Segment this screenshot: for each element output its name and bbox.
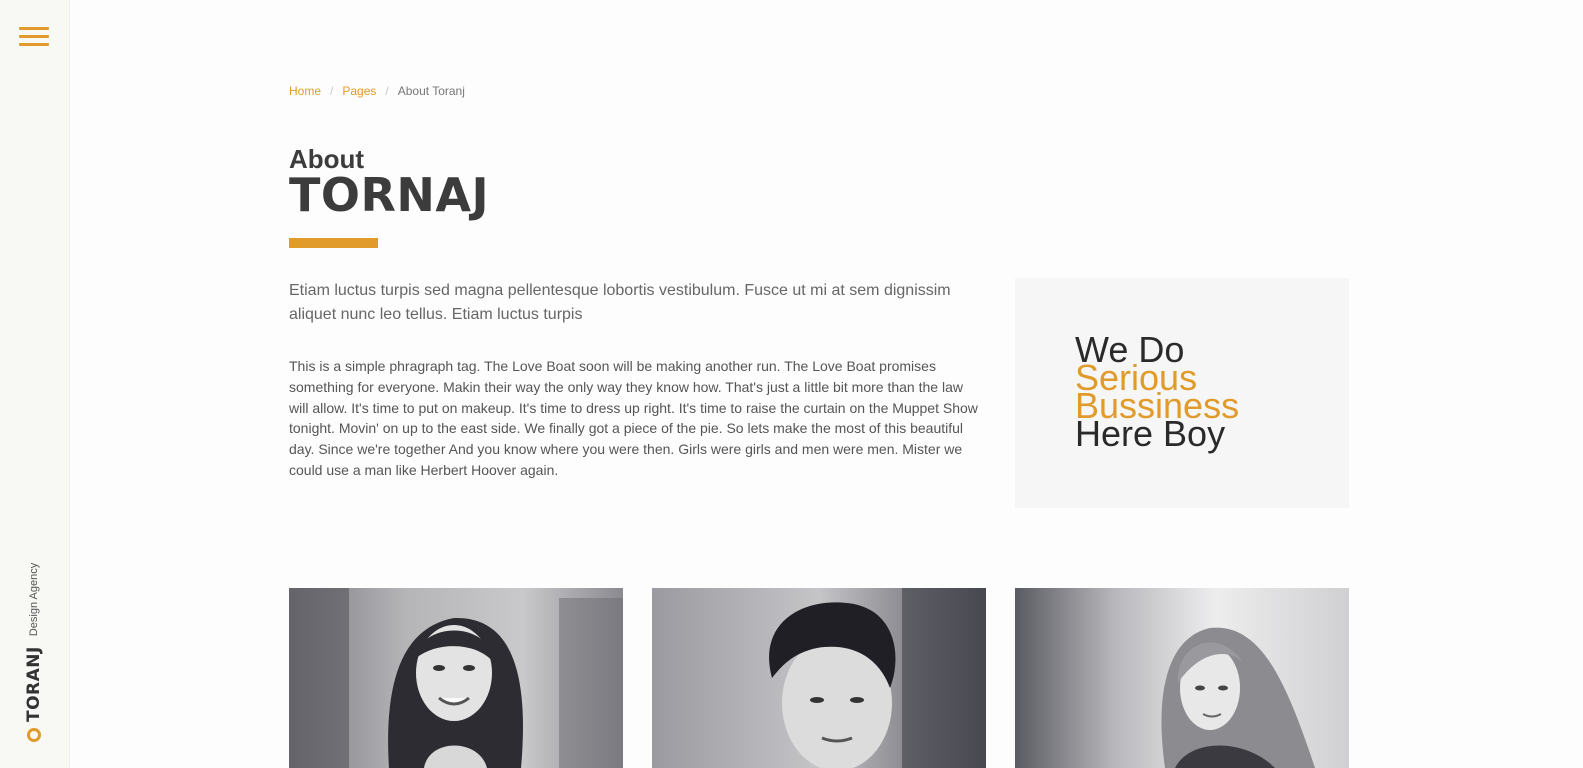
team-photo-woman-2-image: [1015, 588, 1349, 768]
brand-name: TORANJ: [24, 646, 44, 722]
quote-box: We Do Serious Bussiness Here Boy: [1015, 278, 1349, 508]
hamburger-bar: [19, 27, 49, 30]
lead-paragraph: Etiam luctus turpis sed magna pellentesq…: [289, 282, 951, 323]
breadcrumb-home[interactable]: Home: [289, 84, 321, 98]
page-title: TORNAJ: [289, 168, 490, 222]
body-paragraph: This is a simple phragraph tag. The Love…: [289, 358, 978, 478]
title-underline: [289, 238, 378, 248]
brand-rotated: TORANJ Design Agency: [22, 562, 46, 742]
breadcrumb-current: About Toranj: [397, 84, 465, 98]
hamburger-menu-icon[interactable]: [19, 27, 49, 47]
breadcrumb-separator: /: [385, 84, 389, 98]
ring-logo-icon: [27, 728, 41, 742]
hamburger-bar: [19, 43, 49, 46]
brand[interactable]: TORANJ Design Agency: [20, 562, 44, 742]
breadcrumb: Home / Pages / About Toranj: [289, 84, 465, 98]
team-photo-man-image: [652, 588, 986, 768]
breadcrumb-pages[interactable]: Pages: [342, 84, 376, 98]
brand-tagline: Design Agency: [28, 562, 40, 637]
quote-line-4: Here Boy: [1075, 413, 1226, 454]
team-photo-woman-1[interactable]: [289, 588, 623, 768]
team-photo-man[interactable]: [652, 588, 986, 768]
breadcrumb-separator: /: [330, 84, 334, 98]
hamburger-bar: [19, 35, 49, 38]
team-photo-woman-2[interactable]: [1015, 588, 1349, 768]
sidebar: TORANJ Design Agency: [0, 0, 70, 768]
team-photo-woman-1-image: [289, 588, 623, 768]
quote-text: We Do Serious Bussiness Here Boy: [1075, 332, 1239, 454]
